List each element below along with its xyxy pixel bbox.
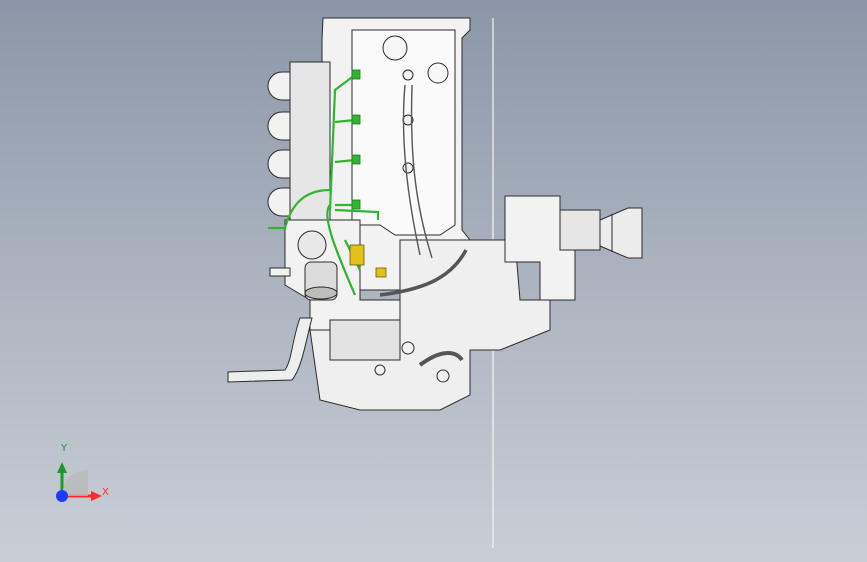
bolt: [402, 69, 414, 81]
engine-model[interactable]: [0, 0, 867, 562]
throttle-plate: [297, 230, 327, 260]
y-axis-label: Y: [61, 443, 68, 454]
intake-manifold: [289, 61, 331, 228]
y-arrowhead: [57, 462, 67, 473]
x-arrowhead: [91, 491, 102, 501]
sensor-stub: [269, 267, 291, 277]
housing-bolt: [436, 369, 450, 383]
cam-cap: [382, 35, 408, 61]
oil-filler-cap: [427, 62, 449, 84]
bellhousing-face: [329, 319, 401, 361]
housing-bolt: [374, 364, 386, 376]
bolt: [402, 162, 414, 174]
coolant-pipe: [227, 317, 313, 383]
output-shaft: [559, 209, 601, 251]
3d-viewport[interactable]: Y X: [0, 0, 867, 562]
coordinate-triad: [56, 462, 102, 502]
x-axis-label: X: [102, 487, 109, 498]
housing-bolt: [401, 341, 415, 355]
z-axis-dot: [56, 490, 68, 502]
output-flange: [599, 207, 643, 259]
oil-filter-base: [304, 286, 338, 300]
